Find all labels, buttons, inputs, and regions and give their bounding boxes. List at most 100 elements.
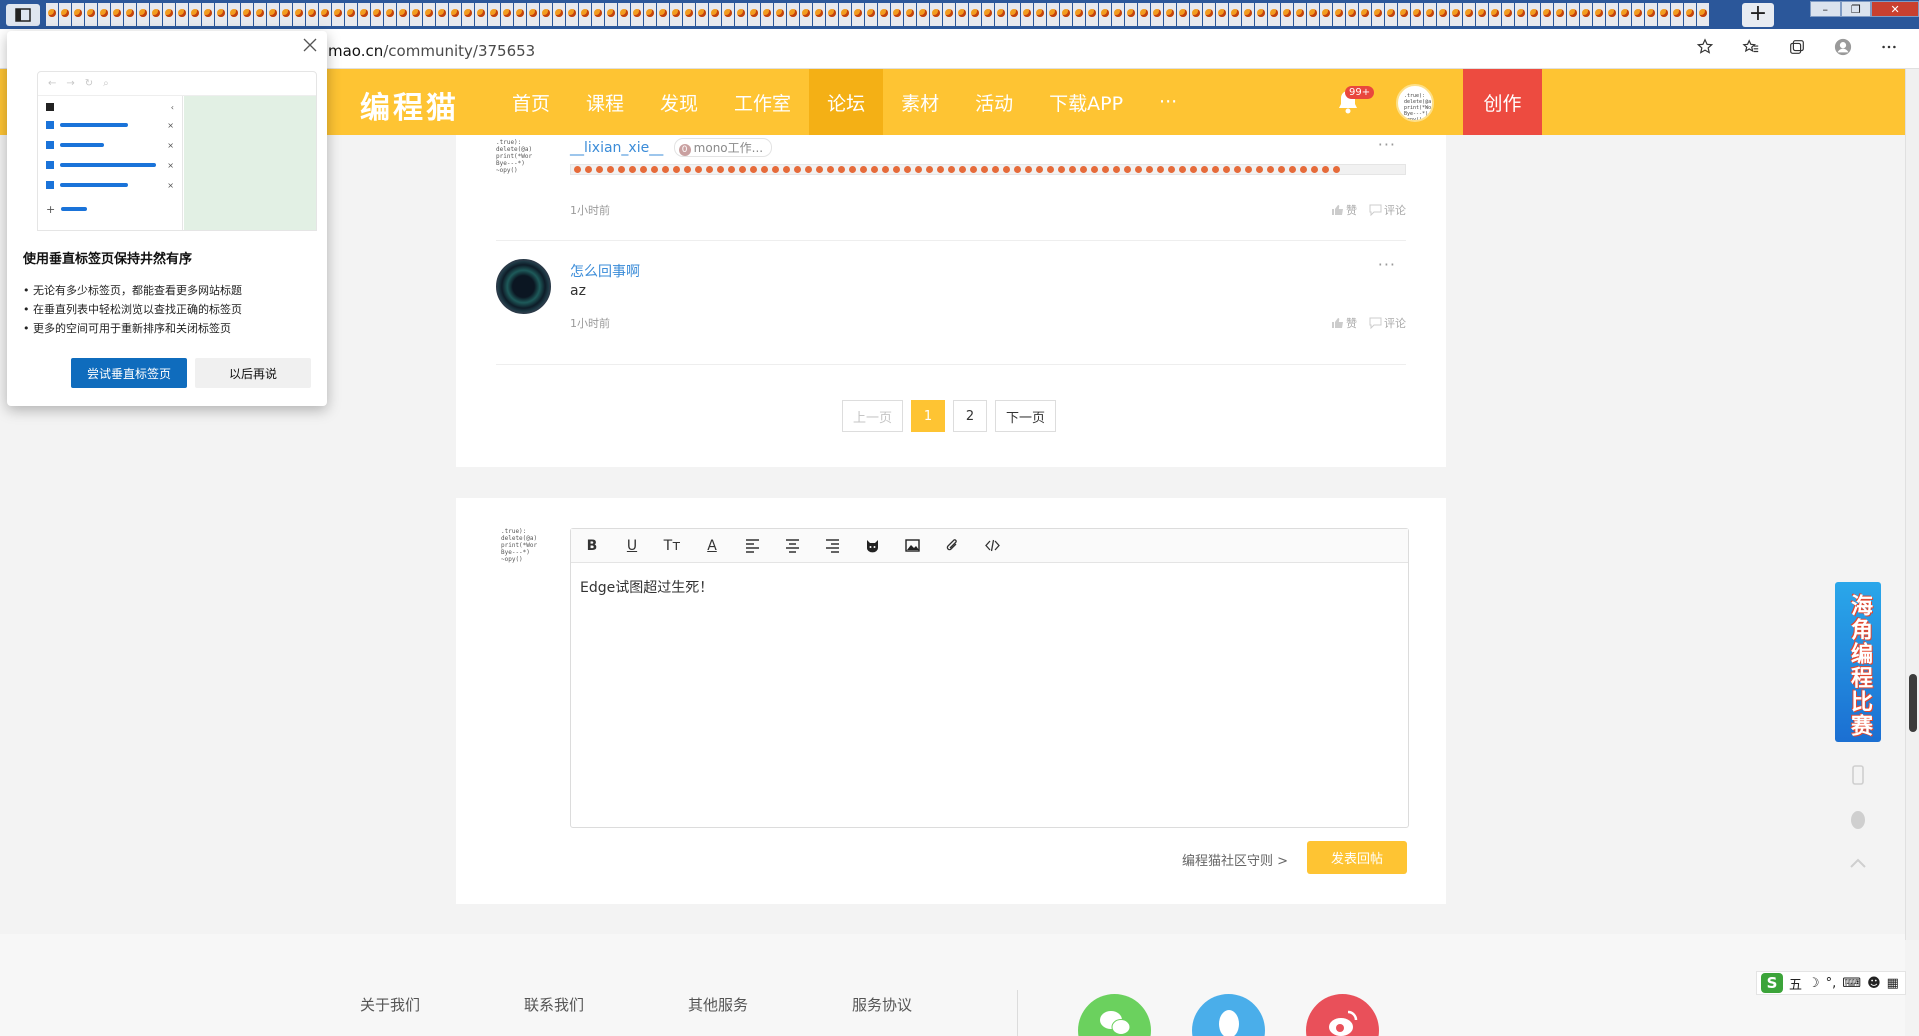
browser-tab[interactable] — [163, 3, 175, 26]
weibo-button[interactable] — [1306, 994, 1379, 1036]
bold-button[interactable]: B — [581, 535, 603, 557]
browser-tab[interactable] — [436, 3, 448, 26]
browser-tab[interactable] — [1697, 3, 1709, 26]
collections-icon[interactable] — [1787, 37, 1807, 57]
browser-tab[interactable] — [228, 3, 240, 26]
reply-button[interactable]: 评论 — [1369, 315, 1406, 331]
nav-forum[interactable]: 论坛 — [809, 69, 884, 135]
comment-avatar[interactable] — [496, 259, 551, 314]
favorites-icon[interactable] — [1741, 37, 1761, 57]
browser-tab[interactable] — [449, 3, 461, 26]
browser-tab[interactable] — [527, 3, 539, 26]
user-icon[interactable]: ☻ — [1867, 976, 1881, 991]
browser-tab[interactable] — [267, 3, 279, 26]
browser-tab[interactable] — [1463, 3, 1475, 26]
browser-tab[interactable] — [306, 3, 318, 26]
page-2-button[interactable]: 2 — [953, 400, 988, 432]
browser-tab[interactable] — [1515, 3, 1527, 26]
browser-tab[interactable] — [1359, 3, 1371, 26]
browser-tab[interactable] — [982, 3, 994, 26]
nav-home[interactable]: 首页 — [494, 69, 568, 135]
submit-reply-button[interactable]: 发表回帖 — [1307, 841, 1407, 874]
browser-tab[interactable] — [1645, 3, 1657, 26]
browser-tab[interactable] — [1593, 3, 1605, 26]
browser-tab[interactable] — [397, 3, 409, 26]
browser-tab[interactable] — [1125, 3, 1137, 26]
code-button[interactable] — [981, 535, 1003, 557]
browser-tab[interactable] — [488, 3, 500, 26]
browser-tab[interactable] — [1502, 3, 1514, 26]
browser-tab[interactable] — [1255, 3, 1267, 26]
browser-tab[interactable] — [1242, 3, 1254, 26]
studio-tag[interactable]: 0 mono工作... — [673, 138, 773, 157]
minimize-button[interactable]: – — [1810, 1, 1841, 17]
browser-tab[interactable] — [1411, 3, 1423, 26]
grid-icon[interactable]: ▦ — [1887, 976, 1899, 991]
editor-text-area[interactable]: Edge试图超过生死！ — [571, 563, 1408, 611]
browser-tab[interactable] — [1424, 3, 1436, 26]
browser-tab[interactable] — [1008, 3, 1020, 26]
browser-tab[interactable] — [514, 3, 526, 26]
browser-tab[interactable] — [1580, 3, 1592, 26]
browser-tab[interactable] — [1333, 3, 1345, 26]
browser-tab[interactable] — [150, 3, 162, 26]
punctuation-icon[interactable]: °, — [1826, 976, 1837, 991]
popup-close-button[interactable] — [303, 37, 319, 53]
browser-tab[interactable] — [462, 3, 474, 26]
browser-tab[interactable] — [1632, 3, 1644, 26]
footer-about-link[interactable]: 关于我们 — [360, 994, 420, 1015]
attach-button[interactable] — [941, 535, 963, 557]
site-logo[interactable]: 编程猫 — [360, 83, 459, 127]
browser-tab[interactable] — [839, 3, 851, 26]
browser-tab[interactable] — [878, 3, 890, 26]
browser-tab[interactable] — [475, 3, 487, 26]
browser-tab[interactable] — [293, 3, 305, 26]
browser-tab[interactable] — [618, 3, 630, 26]
browser-tab[interactable] — [813, 3, 825, 26]
browser-tab[interactable] — [1021, 3, 1033, 26]
wechat-button[interactable] — [1078, 994, 1151, 1036]
browser-tab[interactable] — [1164, 3, 1176, 26]
browser-tab[interactable] — [891, 3, 903, 26]
url-field[interactable]: mao.cn/community/375653 — [328, 42, 535, 60]
browser-tab[interactable] — [1060, 3, 1072, 26]
browser-tab[interactable] — [1112, 3, 1124, 26]
browser-tab[interactable] — [956, 3, 968, 26]
browser-tab[interactable] — [137, 3, 149, 26]
browser-tab[interactable] — [670, 3, 682, 26]
page-1-button[interactable]: 1 — [911, 400, 946, 432]
browser-tab[interactable] — [748, 3, 760, 26]
browser-tab[interactable] — [410, 3, 422, 26]
emoji-button[interactable] — [861, 535, 883, 557]
browser-tab[interactable] — [943, 3, 955, 26]
nav-materials[interactable]: 素材 — [883, 69, 957, 135]
browser-tab[interactable] — [384, 3, 396, 26]
nav-download-app[interactable]: 下载APP — [1031, 69, 1141, 135]
browser-tab[interactable] — [1268, 3, 1280, 26]
underline-button[interactable]: U — [621, 535, 643, 557]
close-window-button[interactable]: ✕ — [1871, 1, 1919, 17]
browser-tab[interactable] — [553, 3, 565, 26]
keyboard-icon[interactable]: ⌨ — [1842, 976, 1861, 991]
browser-tab[interactable] — [1528, 3, 1540, 26]
ime-mode[interactable]: 五 — [1789, 974, 1802, 993]
browser-tab[interactable] — [1294, 3, 1306, 26]
nav-events[interactable]: 活动 — [957, 69, 1031, 135]
browser-tab[interactable] — [930, 3, 942, 26]
browser-tab[interactable] — [1684, 3, 1696, 26]
browser-tab[interactable] — [501, 3, 513, 26]
browser-tab[interactable] — [423, 3, 435, 26]
restore-button[interactable]: ❐ — [1840, 1, 1872, 17]
browser-tab[interactable] — [1086, 3, 1098, 26]
browser-tab[interactable] — [345, 3, 357, 26]
browser-tab[interactable] — [1658, 3, 1670, 26]
comment-author-name[interactable]: 怎么回事啊 — [570, 261, 640, 281]
browser-tab[interactable] — [1203, 3, 1215, 26]
browser-tab[interactable] — [1307, 3, 1319, 26]
next-page-button[interactable]: 下一页 — [995, 400, 1057, 432]
ime-logo[interactable]: S — [1761, 973, 1783, 993]
qq-button[interactable] — [1192, 994, 1265, 1036]
browser-tab[interactable] — [1476, 3, 1488, 26]
prev-page-button[interactable]: 上一页 — [842, 400, 904, 432]
reply-button[interactable]: 评论 — [1369, 202, 1406, 218]
